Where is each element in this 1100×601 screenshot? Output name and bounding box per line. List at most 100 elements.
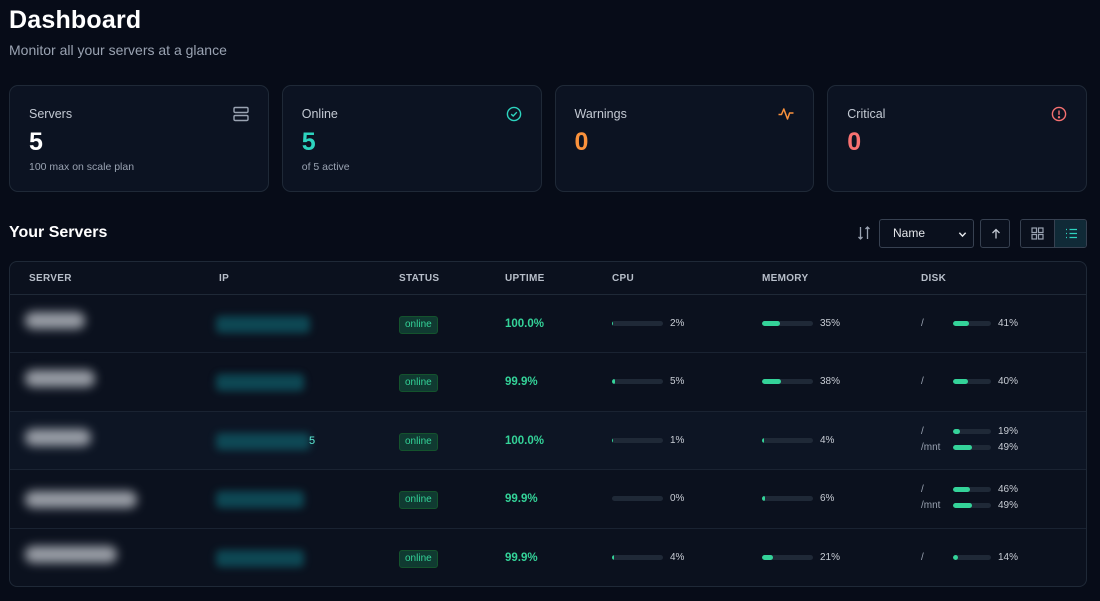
uptime-value: 99.9% xyxy=(505,493,538,506)
memory-percent: 21% xyxy=(820,551,841,563)
table-row[interactable]: 5 online 100.0% 1% 4% / 19% /mnt 49% xyxy=(10,411,1086,471)
disk-bar xyxy=(953,487,991,493)
stat-label: Warnings xyxy=(574,107,627,121)
status-badge: online xyxy=(399,491,438,510)
list-view-button[interactable] xyxy=(1053,220,1086,247)
cpu-percent: 0% xyxy=(670,493,685,505)
disk-percent: 14% xyxy=(998,551,1019,563)
memory-bar xyxy=(762,496,813,502)
cpu-percent: 4% xyxy=(670,551,685,563)
column-header-cpu[interactable]: CPU xyxy=(612,273,634,284)
servers-table: SERVER IP STATUS UPTIME CPU MEMORY DISK … xyxy=(9,261,1087,587)
disk-percent: 19% xyxy=(998,425,1019,437)
memory-bar-fill xyxy=(762,496,766,502)
disk-bar xyxy=(953,428,991,434)
sort-select-value: Name xyxy=(893,226,926,240)
cpu-bar-fill xyxy=(612,554,615,560)
alert-circle-icon xyxy=(1050,105,1068,123)
column-header-memory[interactable]: MEMORY xyxy=(762,273,808,284)
cpu-percent: 1% xyxy=(670,434,685,446)
cpu-bar xyxy=(612,496,663,502)
server-name-redacted[interactable] xyxy=(25,312,85,329)
column-header-ip[interactable]: IP xyxy=(219,273,229,284)
sort-icon xyxy=(855,224,873,242)
memory-bar-fill xyxy=(762,437,765,443)
memory-bar xyxy=(762,437,813,443)
table-body: online 100.0% 2% 35% / 41% online 99.9% 5% 38% / 40… xyxy=(10,295,1086,586)
disk-percent: 46% xyxy=(998,484,1019,496)
server-ip-fragment: 5 xyxy=(309,434,316,447)
disk-bar-fill xyxy=(953,444,972,450)
stat-label: Online xyxy=(301,107,338,121)
status-badge: online xyxy=(399,374,438,393)
stat-value: 5 xyxy=(301,128,316,156)
stat-label: Critical xyxy=(847,107,886,121)
servers-section-title: Your Servers xyxy=(9,224,108,241)
table-controls: Name xyxy=(858,219,1087,248)
column-header-server[interactable]: SERVER xyxy=(29,273,72,284)
cpu-bar xyxy=(612,321,663,326)
memory-bar xyxy=(762,379,813,385)
cpu-bar xyxy=(612,554,663,560)
sort-select[interactable]: Name xyxy=(879,219,974,248)
memory-percent: 38% xyxy=(820,376,841,388)
check-circle-icon xyxy=(505,105,523,123)
status-badge: online xyxy=(399,432,438,451)
table-row[interactable]: online 100.0% 2% 35% / 41% xyxy=(10,295,1086,354)
memory-bar-fill xyxy=(762,321,780,326)
server-ip-redacted xyxy=(216,374,304,392)
column-header-uptime[interactable]: UPTIME xyxy=(505,273,545,284)
page-subtitle: Monitor all your servers at a glance xyxy=(9,42,227,58)
server-name-redacted[interactable] xyxy=(25,370,95,388)
stat-value: 0 xyxy=(847,128,862,156)
cpu-bar-fill xyxy=(612,379,615,385)
cpu-percent: 5% xyxy=(670,376,685,388)
disk-bar-fill xyxy=(953,428,961,434)
disk-bar xyxy=(953,379,991,385)
stat-value: 0 xyxy=(574,128,589,156)
column-header-disk[interactable]: DISK xyxy=(921,273,946,284)
status-badge: online xyxy=(399,549,438,568)
memory-percent: 4% xyxy=(820,434,835,446)
server-ip-redacted xyxy=(216,432,310,450)
stat-subtext: 100 max on scale plan xyxy=(29,161,135,173)
server-name-redacted[interactable] xyxy=(25,491,137,509)
view-toggle xyxy=(1020,219,1087,248)
disk-percent: 40% xyxy=(998,376,1019,388)
stat-card-online: Online 5 of 5 active xyxy=(281,85,542,192)
stat-subtext: of 5 active xyxy=(301,161,350,173)
uptime-value: 99.9% xyxy=(505,376,538,389)
memory-bar xyxy=(762,321,813,326)
list-icon xyxy=(1065,228,1077,239)
column-header-status[interactable]: STATUS xyxy=(399,273,439,284)
server-name-redacted[interactable] xyxy=(25,545,117,563)
disk-bar-fill xyxy=(953,503,972,509)
disk-mount: / xyxy=(921,318,924,329)
disk-percent: 41% xyxy=(998,318,1019,329)
table-row[interactable]: online 99.9% 4% 21% / 14% xyxy=(10,529,1086,586)
disk-bar-fill xyxy=(953,554,959,560)
sort-direction-button[interactable] xyxy=(980,219,1010,248)
disk-bar-fill xyxy=(953,321,969,326)
server-ip-redacted xyxy=(216,491,304,509)
table-row[interactable]: online 99.9% 5% 38% / 40% xyxy=(10,353,1086,412)
disk-mount: / xyxy=(921,484,924,496)
memory-bar-fill xyxy=(762,554,773,560)
server-name-redacted[interactable] xyxy=(25,428,91,446)
disk-bar-fill xyxy=(953,379,969,385)
table-row[interactable]: online 99.9% 0% 6% / 46% /mnt 49% xyxy=(10,470,1086,529)
cpu-bar xyxy=(612,437,663,443)
uptime-value: 100.0% xyxy=(505,434,545,447)
disk-mount: / xyxy=(921,425,924,437)
activity-icon xyxy=(777,105,795,123)
cpu-bar-fill xyxy=(612,437,613,443)
chevron-down-icon xyxy=(958,232,967,238)
disk-bar-fill xyxy=(953,487,971,493)
cpu-bar-fill xyxy=(612,321,614,326)
cpu-bar xyxy=(612,379,663,385)
server-icon xyxy=(232,105,250,123)
grid-view-button[interactable] xyxy=(1021,220,1054,247)
table-header: SERVER IP STATUS UPTIME CPU MEMORY DISK xyxy=(10,262,1086,295)
stat-card-critical: Critical 0 xyxy=(827,85,1087,192)
uptime-value: 99.9% xyxy=(505,551,538,564)
